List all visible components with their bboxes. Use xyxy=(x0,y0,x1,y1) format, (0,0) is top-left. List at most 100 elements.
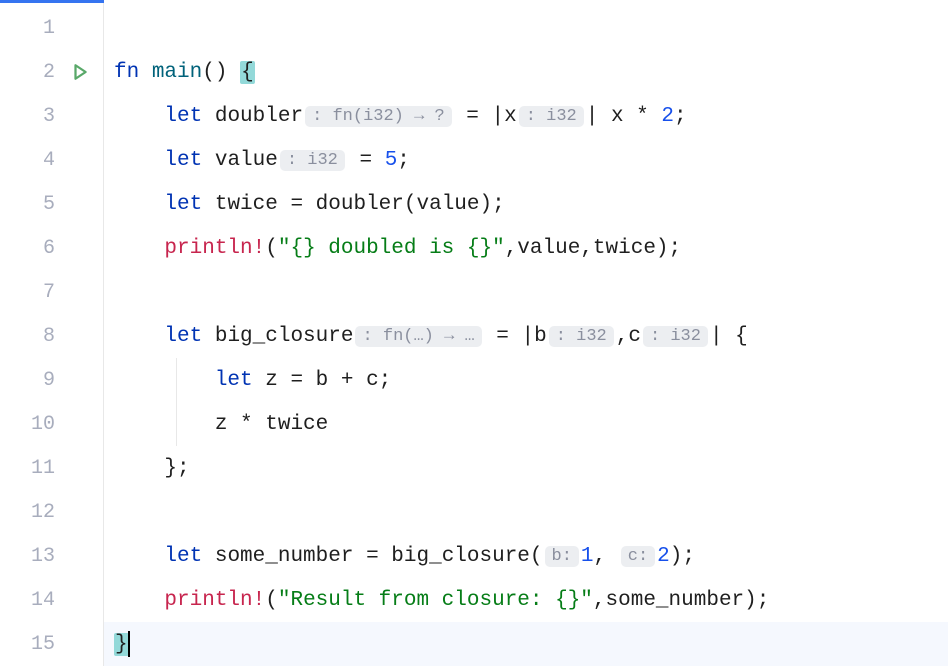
type-hint: : i32 xyxy=(549,326,614,347)
type-hint: : i32 xyxy=(519,106,584,127)
tab-active-indicator xyxy=(0,0,104,3)
macro: println! xyxy=(164,589,265,612)
code-line[interactable] xyxy=(104,6,948,50)
code-editor[interactable]: 1 2 3 4 5 6 7 8 9 10 11 12 13 14 15 fn m… xyxy=(0,0,948,666)
indent xyxy=(114,369,215,392)
keyword: let xyxy=(164,149,214,172)
type-hint: : fn(…) → … xyxy=(355,326,481,347)
type-hint: : fn(i32) → ? xyxy=(305,106,452,127)
run-icon[interactable] xyxy=(71,63,89,81)
semicolon: ; xyxy=(674,105,687,128)
paren-close: ); xyxy=(670,545,695,568)
macro: println! xyxy=(164,237,265,260)
expr: z * twice xyxy=(215,413,328,436)
code-line[interactable]: fn main() { xyxy=(104,50,948,94)
operator: * xyxy=(624,105,662,128)
punct: | { xyxy=(710,325,748,348)
number-literal: 2 xyxy=(661,105,674,128)
line-number[interactable]: 13 xyxy=(0,534,103,578)
punct: = xyxy=(278,193,316,216)
string-literal: "{} doubled is {}" xyxy=(278,237,505,260)
identifier: some_number xyxy=(215,545,354,568)
code-area[interactable]: fn main() { let doubler: fn(i32) → ? = |… xyxy=(104,0,948,666)
indent xyxy=(114,237,164,260)
param-hint: b: xyxy=(545,546,579,567)
indent xyxy=(114,457,164,480)
indent xyxy=(114,105,164,128)
line-number[interactable]: 11 xyxy=(0,446,103,490)
code-line[interactable]: }; xyxy=(104,446,948,490)
brace-open: { xyxy=(240,61,255,84)
punct: = | xyxy=(484,325,534,348)
semicolon: ; xyxy=(397,149,410,172)
paren-open: ( xyxy=(265,237,278,260)
call: big_closure xyxy=(391,545,530,568)
line-number[interactable]: 10 xyxy=(0,402,103,446)
identifier: value xyxy=(215,149,278,172)
identifier: doubler xyxy=(215,105,303,128)
code-line[interactable]: println!("Result from closure: {}",some_… xyxy=(104,578,948,622)
keyword: let xyxy=(215,369,265,392)
number-literal: 1 xyxy=(581,545,594,568)
function-name: main xyxy=(152,61,202,84)
code-line-current[interactable]: } xyxy=(104,622,948,666)
code-line[interactable] xyxy=(104,270,948,314)
indent xyxy=(114,589,164,612)
punct: = xyxy=(347,149,385,172)
param: x xyxy=(504,105,517,128)
keyword: fn xyxy=(114,61,152,84)
code-line[interactable]: println!("{} doubled is {}",value,twice)… xyxy=(104,226,948,270)
line-number[interactable]: 14 xyxy=(0,578,103,622)
parens: () xyxy=(202,61,227,84)
code-line[interactable] xyxy=(104,490,948,534)
identifier: z xyxy=(265,369,278,392)
line-number[interactable]: 6 xyxy=(0,226,103,270)
line-number[interactable]: 1 xyxy=(0,6,103,50)
line-number[interactable]: 5 xyxy=(0,182,103,226)
number-literal: 2 xyxy=(657,545,670,568)
indent xyxy=(114,149,164,172)
space xyxy=(227,61,240,84)
code-line[interactable]: let doubler: fn(i32) → ? = |x: i32| x * … xyxy=(104,94,948,138)
indent-guide xyxy=(176,358,177,402)
code-line[interactable]: let z = b + c; xyxy=(104,358,948,402)
code-line[interactable]: z * twice xyxy=(104,402,948,446)
param-hint: c: xyxy=(621,546,655,567)
type-hint: : i32 xyxy=(643,326,708,347)
indent xyxy=(114,193,164,216)
line-number[interactable]: 15 xyxy=(0,622,103,666)
code-line[interactable]: let big_closure: fn(…) → … = |b: i32,c: … xyxy=(104,314,948,358)
identifier: twice xyxy=(215,193,278,216)
call: doubler xyxy=(316,193,404,216)
brace-close: } xyxy=(114,633,129,656)
string-literal: "Result from closure: {}" xyxy=(278,589,593,612)
args: (value); xyxy=(404,193,505,216)
indent xyxy=(114,413,215,436)
line-number[interactable]: 4 xyxy=(0,138,103,182)
code-line[interactable]: let some_number = big_closure(b: 1, c: 2… xyxy=(104,534,948,578)
identifier: x xyxy=(611,105,624,128)
keyword: let xyxy=(164,193,214,216)
line-number[interactable]: 8 xyxy=(0,314,103,358)
caret xyxy=(128,631,130,657)
gutter: 1 2 3 4 5 6 7 8 9 10 11 12 13 14 15 xyxy=(0,0,104,666)
indent xyxy=(114,325,164,348)
number-literal: 5 xyxy=(385,149,398,172)
comma: , xyxy=(594,545,619,568)
args: ,some_number); xyxy=(593,589,769,612)
code-line[interactable]: let value: i32 = 5; xyxy=(104,138,948,182)
line-number[interactable]: 3 xyxy=(0,94,103,138)
identifier: big_closure xyxy=(215,325,354,348)
punct: | xyxy=(586,105,611,128)
param: c xyxy=(628,325,641,348)
line-number[interactable]: 2 xyxy=(0,50,103,94)
line-number[interactable]: 9 xyxy=(0,358,103,402)
line-number[interactable]: 12 xyxy=(0,490,103,534)
keyword: let xyxy=(164,545,214,568)
indent-guide xyxy=(176,402,177,446)
punct: = | xyxy=(454,105,504,128)
indent xyxy=(114,545,164,568)
line-number[interactable]: 7 xyxy=(0,270,103,314)
param: b xyxy=(534,325,547,348)
code-line[interactable]: let twice = doubler(value); xyxy=(104,182,948,226)
